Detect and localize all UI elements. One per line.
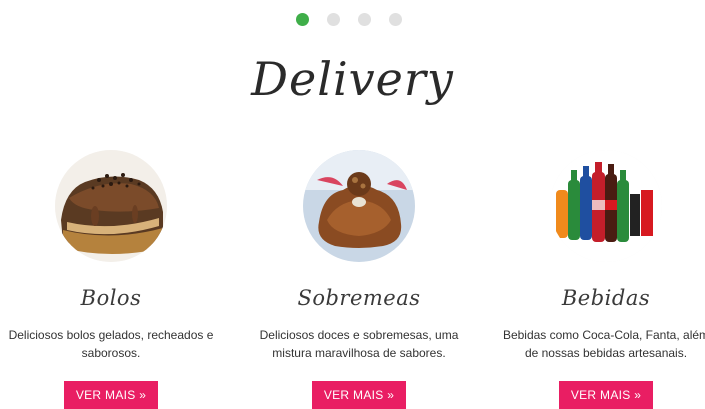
dessert-image <box>303 150 415 262</box>
product-card-sobremeas: Sobremeas Deliciosos doces e sobremesas,… <box>244 150 474 409</box>
carousel-dot-4[interactable] <box>389 13 402 26</box>
product-description: Deliciosos bolos gelados, recheados e sa… <box>8 328 214 360</box>
section-title: Delivery <box>251 52 454 106</box>
drinks-image <box>550 150 662 262</box>
carousel-indicators <box>0 13 705 26</box>
carousel-dot-1[interactable] <box>296 13 309 26</box>
product-description: Deliciosos doces e sobremesas, uma mistu… <box>259 328 459 360</box>
product-card-bolos: Bolos Deliciosos bolos gelados, recheado… <box>0 150 226 409</box>
ver-mais-button[interactable]: VER MAIS » <box>558 381 654 409</box>
product-description: Bebidas como Coca-Cola, Fanta, além de n… <box>502 328 705 360</box>
carousel-dot-3[interactable] <box>358 13 371 26</box>
product-name: Bolos <box>80 286 142 310</box>
product-name: Sobremeas <box>297 286 421 310</box>
ver-mais-button[interactable]: VER MAIS » <box>63 381 159 409</box>
product-name: Bebidas <box>561 286 651 310</box>
carousel-dot-2[interactable] <box>327 13 340 26</box>
ver-mais-button[interactable]: VER MAIS » <box>311 381 407 409</box>
cake-image <box>55 150 167 262</box>
product-card-bebidas: Bebidas Bebidas como Coca-Cola, Fanta, a… <box>491 150 705 409</box>
